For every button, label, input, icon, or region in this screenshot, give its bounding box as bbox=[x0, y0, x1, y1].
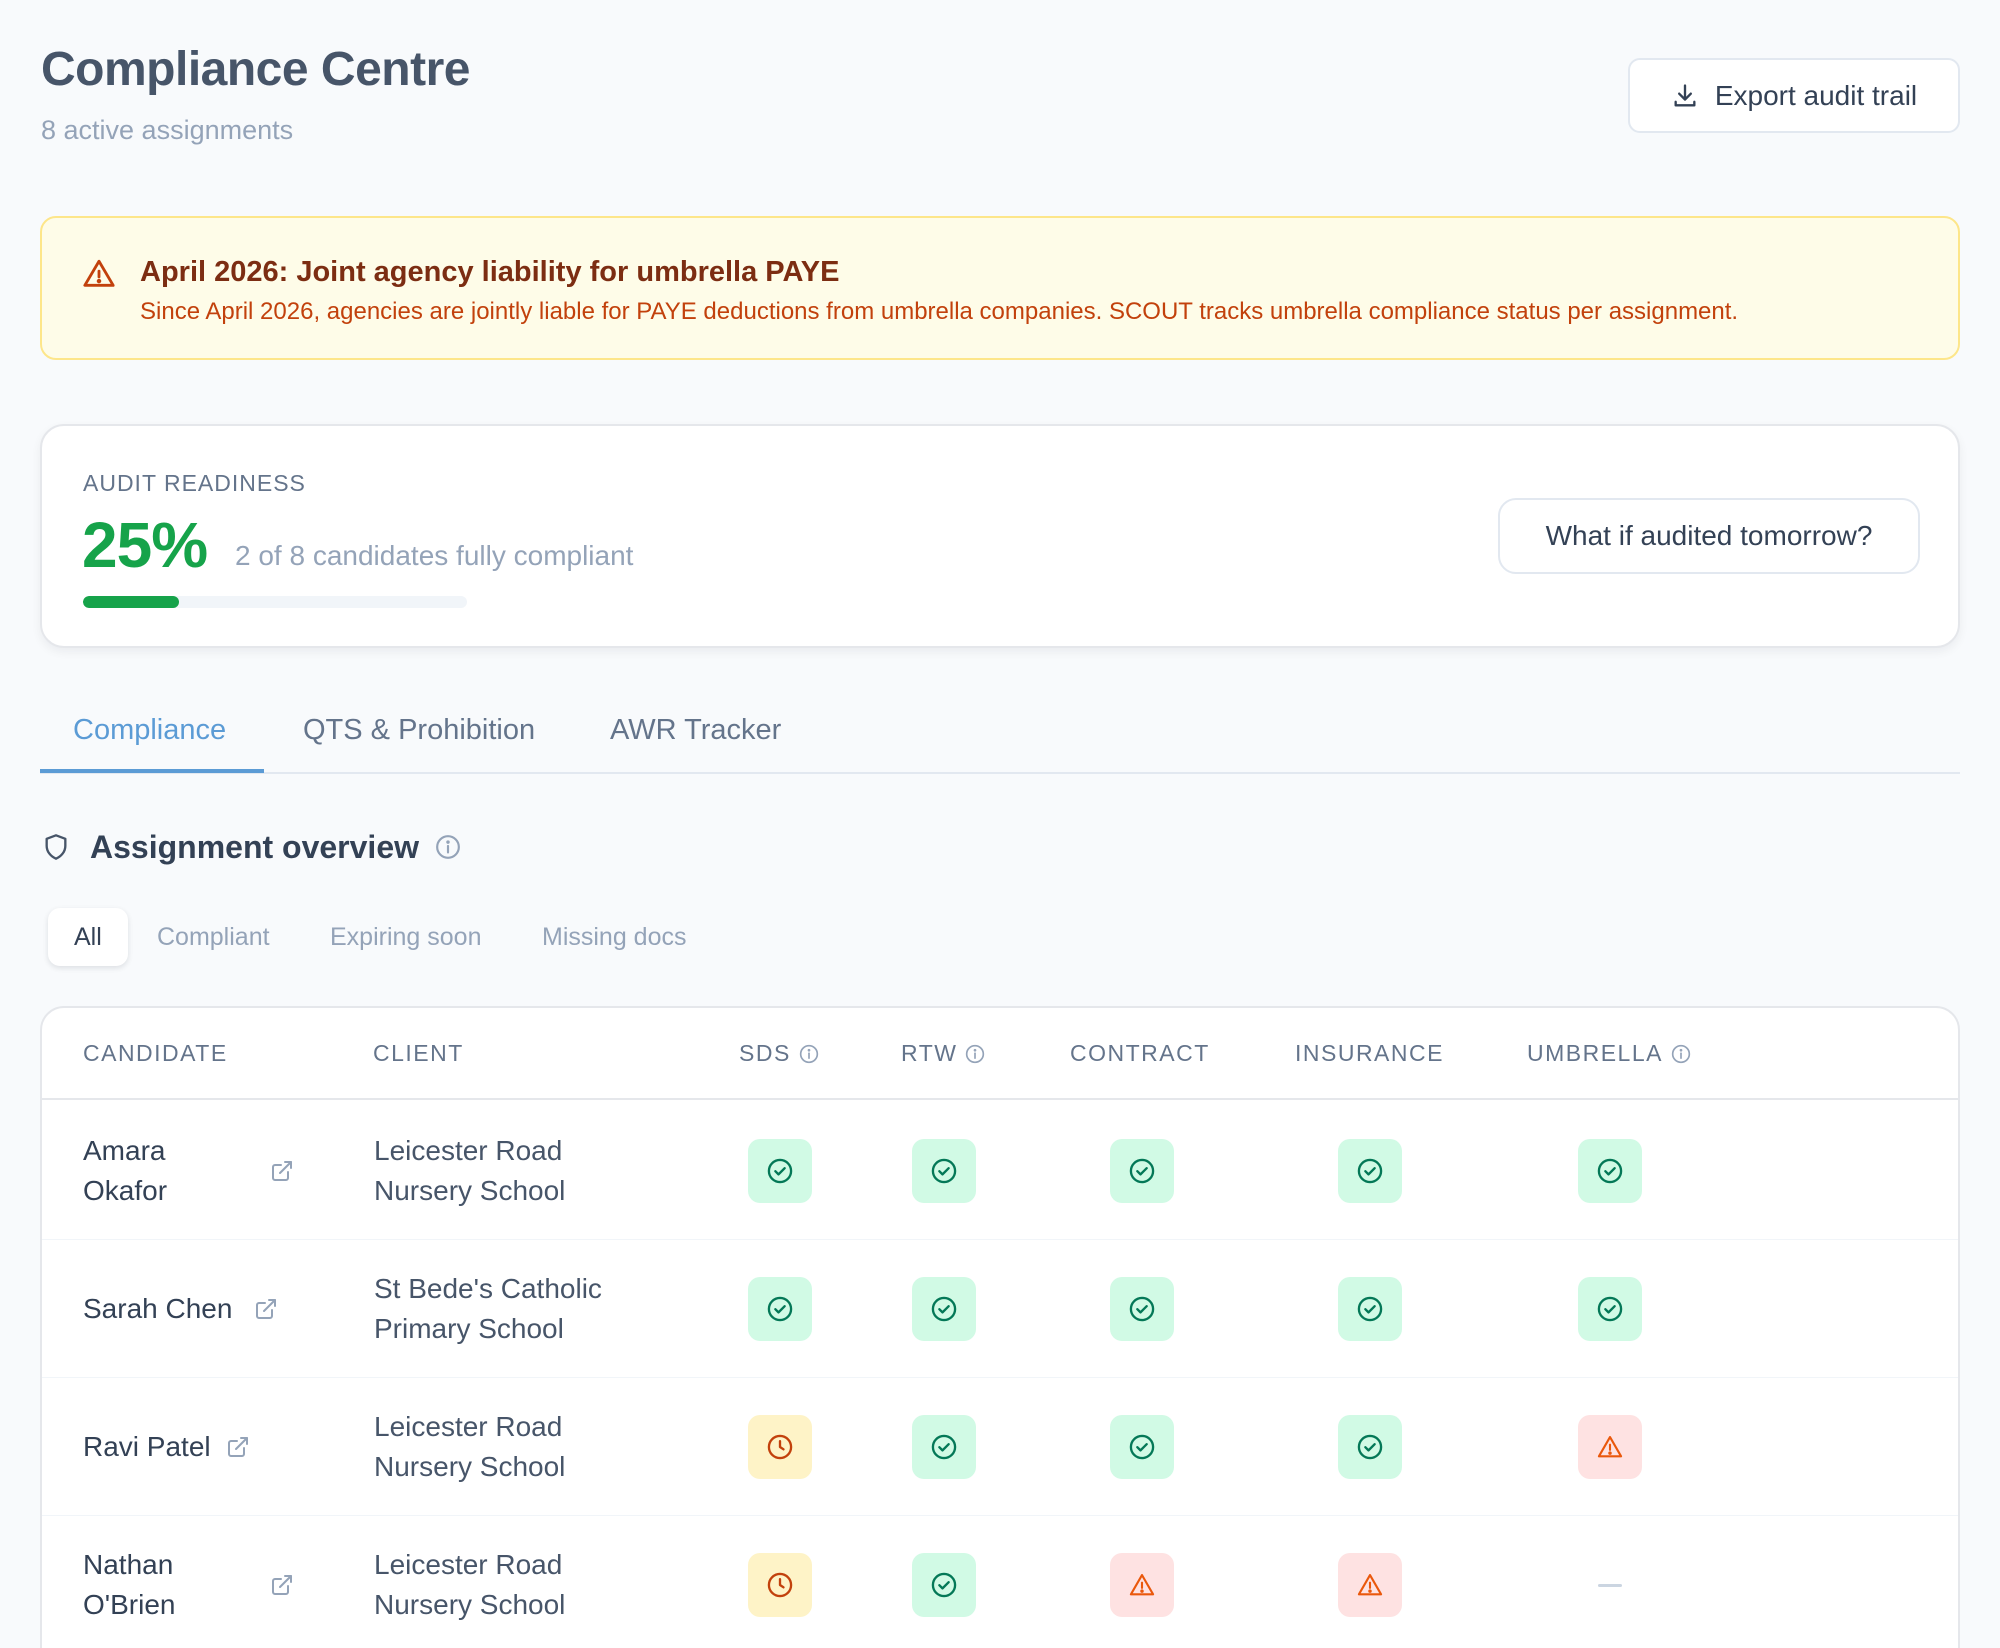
section-title: Assignment overview bbox=[90, 828, 419, 865]
assignment-overview-heading: Assignment overview bbox=[42, 825, 461, 869]
contract-status-badge[interactable] bbox=[1110, 1139, 1174, 1203]
client-name: Leicester Road Nursery School bbox=[374, 1411, 566, 1482]
check-circle-icon bbox=[1597, 1296, 1623, 1322]
column-umbrella: UMBRELLA bbox=[1527, 1040, 1691, 1067]
table-row[interactable]: Ravi Patel Leicester Road Nursery School bbox=[42, 1378, 1958, 1516]
filter-all[interactable]: All bbox=[48, 908, 128, 966]
audit-readiness-percent: 25% bbox=[82, 509, 208, 581]
export-audit-trail-label: Export audit trail bbox=[1714, 79, 1918, 111]
check-circle-icon bbox=[1597, 1158, 1623, 1184]
umbrella-status-badge[interactable] bbox=[1578, 1277, 1642, 1341]
column-client: CLIENT bbox=[373, 1040, 464, 1066]
contract-status-badge[interactable] bbox=[1110, 1553, 1174, 1617]
info-icon[interactable] bbox=[435, 834, 461, 860]
external-link-icon[interactable] bbox=[270, 1159, 294, 1183]
alert-title: April 2026: Joint agency liability for u… bbox=[140, 256, 840, 288]
check-circle-icon bbox=[767, 1158, 793, 1184]
umbrella-status-badge[interactable] bbox=[1578, 1415, 1642, 1479]
info-icon[interactable] bbox=[965, 1044, 985, 1064]
tab-awr-tracker[interactable]: AWR Tracker bbox=[610, 714, 781, 747]
umbrella-status-badge[interactable] bbox=[1578, 1553, 1642, 1617]
page-title: Compliance Centre bbox=[41, 43, 470, 96]
assignment-table: CANDIDATE CLIENT SDS RTW CONTRACT INSURA… bbox=[40, 1006, 1960, 1648]
rtw-status-badge[interactable] bbox=[912, 1139, 976, 1203]
check-circle-icon bbox=[931, 1158, 957, 1184]
rtw-status-badge[interactable] bbox=[912, 1553, 976, 1617]
umbrella-paye-alert: April 2026: Joint agency liability for u… bbox=[40, 216, 1960, 360]
alert-text: Since April 2026, agencies are jointly l… bbox=[140, 298, 1739, 325]
check-circle-icon bbox=[1129, 1158, 1155, 1184]
rtw-status-badge[interactable] bbox=[912, 1277, 976, 1341]
filter-missing-docs[interactable]: Missing docs bbox=[516, 908, 713, 966]
filter-compliant[interactable]: Compliant bbox=[131, 908, 296, 966]
table-row[interactable]: Sarah Chen St Bede's Catholic Primary Scho… bbox=[42, 1240, 1958, 1378]
check-circle-icon bbox=[931, 1572, 957, 1598]
check-circle-icon bbox=[1357, 1434, 1383, 1460]
candidate-name[interactable]: Nathan O'Brien bbox=[83, 1545, 176, 1625]
insurance-status-badge[interactable] bbox=[1338, 1277, 1402, 1341]
info-icon[interactable] bbox=[1671, 1044, 1691, 1064]
filter-expiring-soon[interactable]: Expiring soon bbox=[304, 908, 507, 966]
contract-status-badge[interactable] bbox=[1110, 1277, 1174, 1341]
clock-icon bbox=[767, 1572, 793, 1598]
column-insurance: INSURANCE bbox=[1295, 1040, 1444, 1066]
what-if-audited-button[interactable]: What if audited tomorrow? bbox=[1498, 498, 1920, 574]
external-link-icon[interactable] bbox=[270, 1573, 294, 1597]
shield-icon bbox=[45, 834, 67, 860]
rtw-status-badge[interactable] bbox=[912, 1415, 976, 1479]
contract-status-badge[interactable] bbox=[1110, 1415, 1174, 1479]
audit-readiness-card: AUDIT READINESS 25% 2 of 8 candidates fu… bbox=[40, 424, 1960, 648]
check-circle-icon bbox=[1357, 1296, 1383, 1322]
warning-icon bbox=[1129, 1574, 1155, 1596]
table-header: CANDIDATE CLIENT SDS RTW CONTRACT INSURA… bbox=[42, 1008, 1958, 1100]
check-circle-icon bbox=[931, 1296, 957, 1322]
check-circle-icon bbox=[1129, 1434, 1155, 1460]
insurance-status-badge[interactable] bbox=[1338, 1139, 1402, 1203]
table-row[interactable]: Amara Okafor Leicester Road Nursery School bbox=[42, 1102, 1958, 1240]
audit-readiness-label: AUDIT READINESS bbox=[83, 470, 306, 496]
download-icon bbox=[1674, 83, 1696, 107]
column-rtw: RTW bbox=[901, 1040, 985, 1067]
clock-icon bbox=[767, 1434, 793, 1460]
external-link-icon[interactable] bbox=[254, 1297, 278, 1321]
column-sds: SDS bbox=[739, 1040, 819, 1067]
column-candidate: CANDIDATE bbox=[83, 1040, 228, 1066]
info-icon[interactable] bbox=[799, 1044, 819, 1064]
sds-status-badge[interactable] bbox=[748, 1277, 812, 1341]
candidate-name[interactable]: Sarah Chen bbox=[83, 1289, 232, 1329]
compliance-page: Compliance Centre 8 active assignments E… bbox=[0, 0, 2000, 1648]
candidate-name[interactable]: Ravi Patel bbox=[83, 1427, 211, 1467]
client-name: St Bede's Catholic Primary School bbox=[374, 1273, 602, 1344]
client-name: Leicester Road Nursery School bbox=[374, 1549, 566, 1620]
page-subtitle: 8 active assignments bbox=[41, 115, 294, 145]
candidate-name[interactable]: Amara Okafor bbox=[83, 1131, 167, 1211]
umbrella-status-badge[interactable] bbox=[1578, 1139, 1642, 1203]
tab-bar: Compliance QTS & Prohibition AWR Tracker bbox=[40, 700, 1960, 774]
column-contract: CONTRACT bbox=[1070, 1040, 1210, 1066]
check-circle-icon bbox=[767, 1296, 793, 1322]
audit-readiness-progress-fill bbox=[83, 596, 179, 608]
check-circle-icon bbox=[931, 1434, 957, 1460]
tab-qts-prohibition[interactable]: QTS & Prohibition bbox=[303, 714, 535, 747]
warning-icon bbox=[1357, 1574, 1383, 1596]
audit-readiness-description: 2 of 8 candidates fully compliant bbox=[235, 540, 634, 571]
export-audit-trail-button[interactable]: Export audit trail bbox=[1628, 58, 1960, 133]
external-link-icon[interactable] bbox=[226, 1435, 250, 1459]
insurance-status-badge[interactable] bbox=[1338, 1553, 1402, 1617]
sds-status-badge[interactable] bbox=[748, 1553, 812, 1617]
tab-compliance[interactable]: Compliance bbox=[73, 714, 226, 747]
active-tab-indicator bbox=[40, 769, 264, 773]
dash-icon bbox=[1598, 1583, 1622, 1587]
check-circle-icon bbox=[1129, 1296, 1155, 1322]
warning-icon bbox=[1597, 1436, 1623, 1458]
table-row[interactable]: Nathan O'Brien Leicester Road Nursery Schoo… bbox=[42, 1516, 1958, 1648]
client-name: Leicester Road Nursery School bbox=[374, 1135, 566, 1206]
insurance-status-badge[interactable] bbox=[1338, 1415, 1402, 1479]
sds-status-badge[interactable] bbox=[748, 1139, 812, 1203]
sds-status-badge[interactable] bbox=[748, 1415, 812, 1479]
warning-icon bbox=[83, 259, 115, 287]
check-circle-icon bbox=[1357, 1158, 1383, 1184]
audit-readiness-progress bbox=[83, 596, 467, 608]
